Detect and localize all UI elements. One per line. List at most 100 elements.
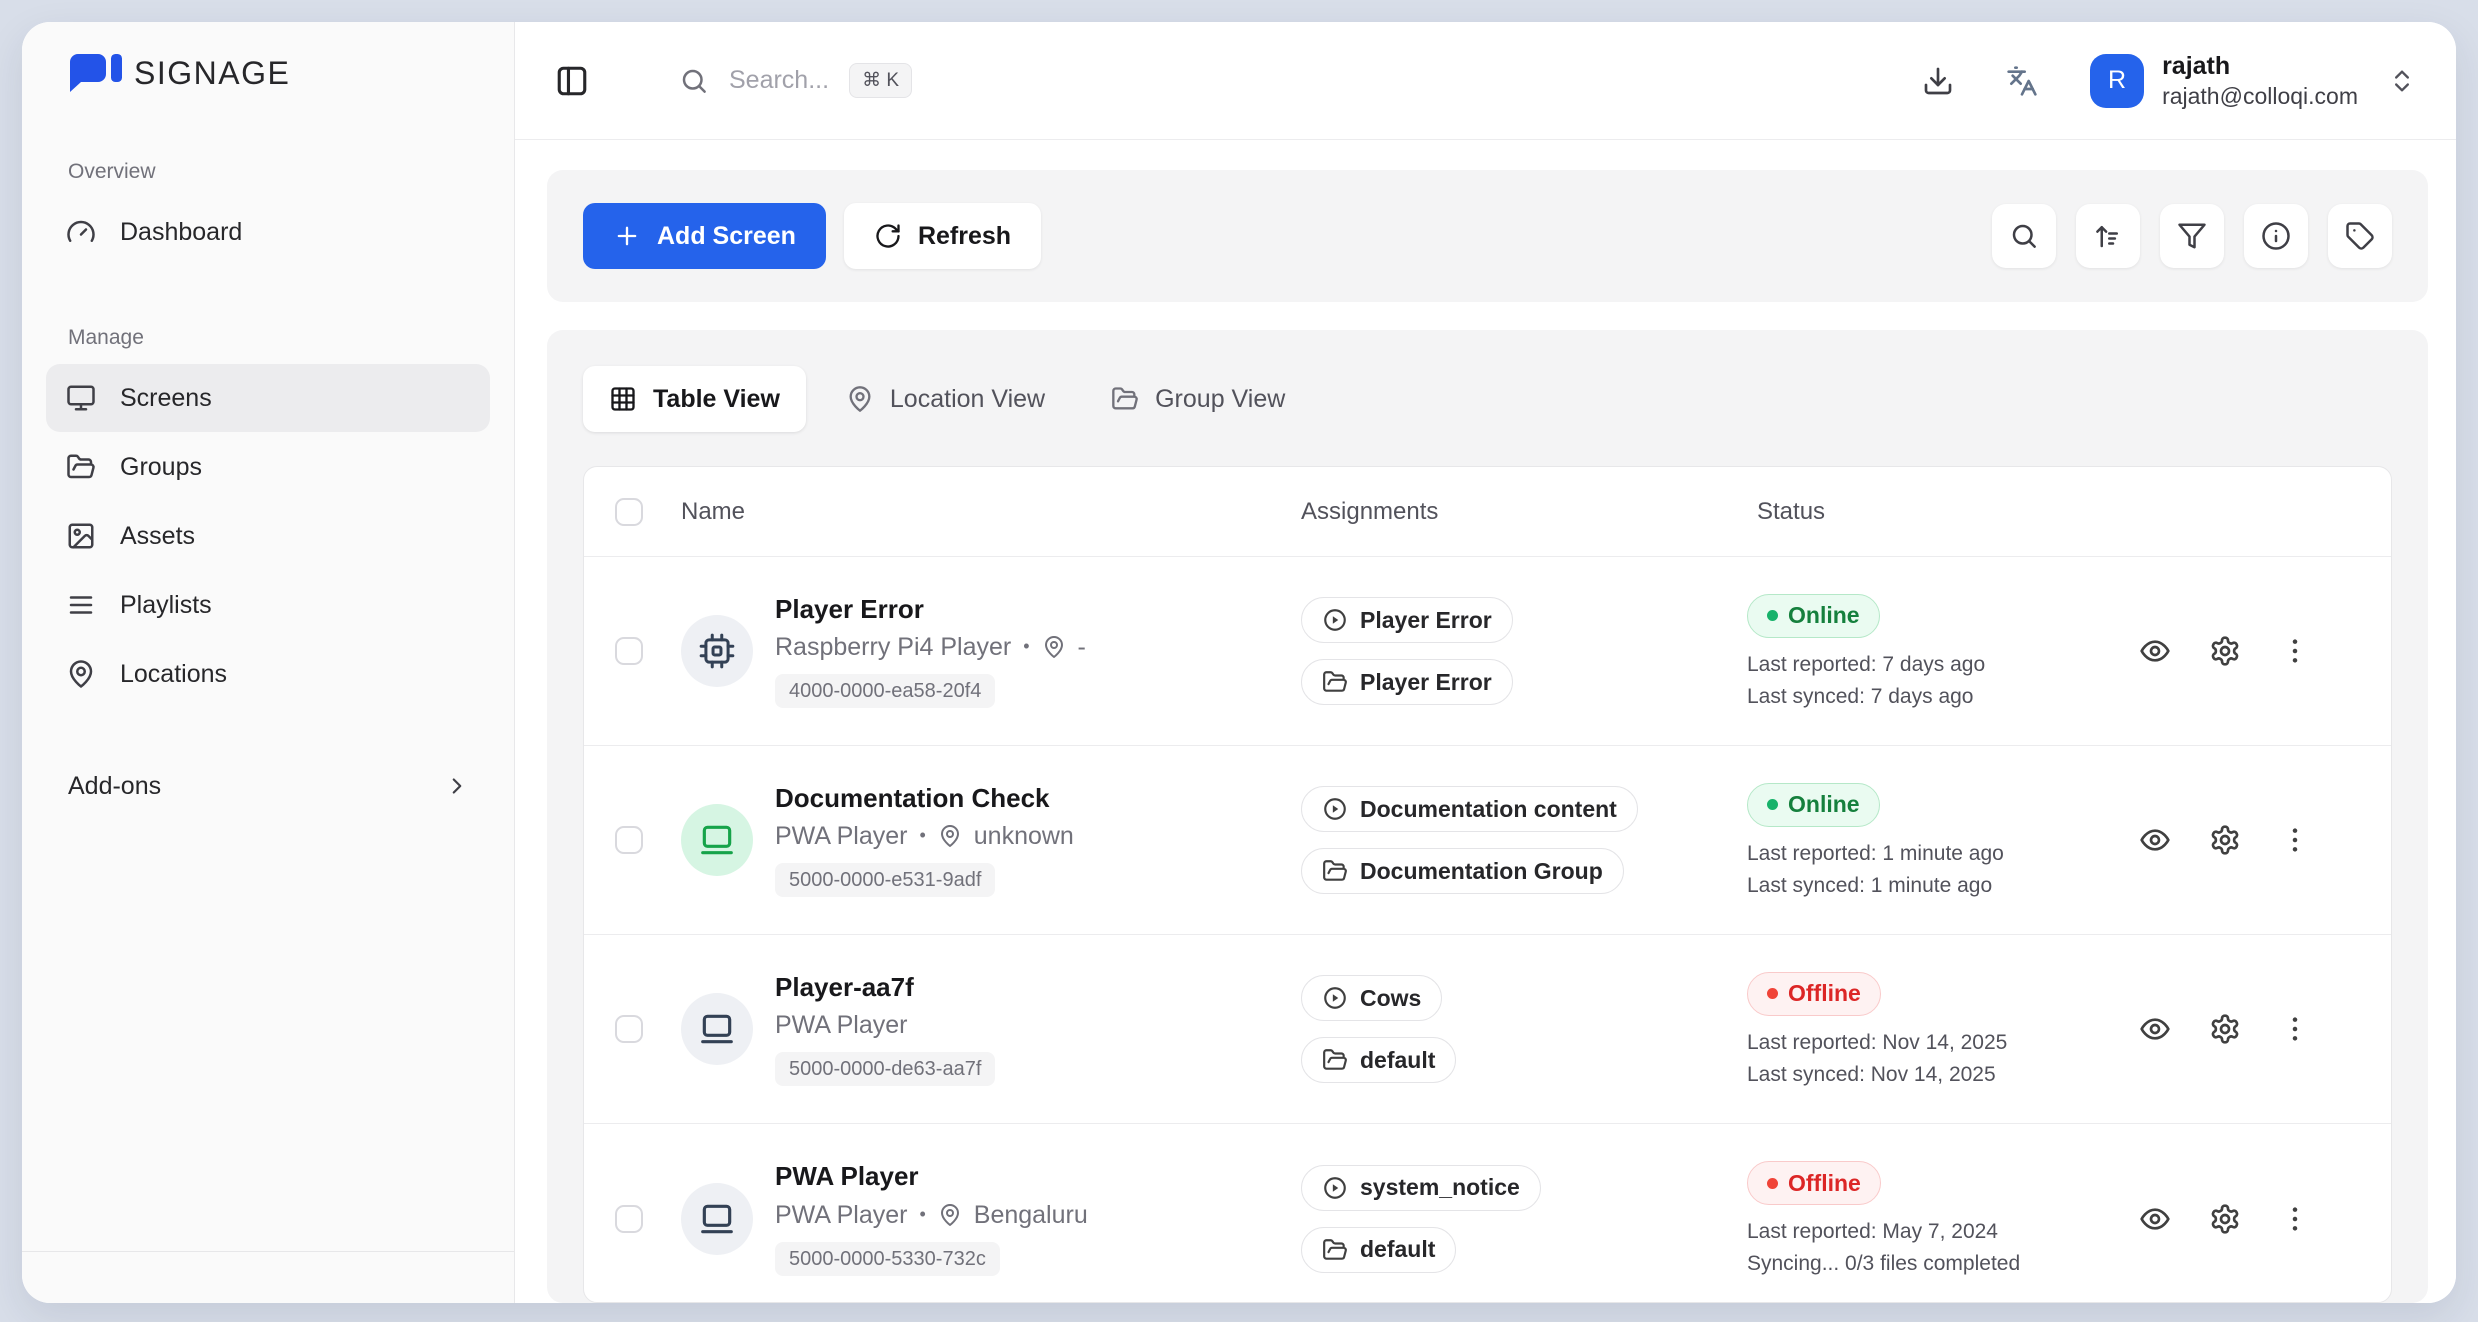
table-grid-icon [609, 385, 637, 413]
tag-button[interactable] [2328, 204, 2392, 268]
select-all-checkbox[interactable] [615, 498, 643, 526]
eye-icon [2139, 1203, 2171, 1235]
language-button[interactable] [2006, 65, 2038, 97]
group-chip[interactable]: Player Error [1301, 659, 1513, 705]
more-actions-button[interactable] [2279, 1203, 2311, 1235]
refresh-button[interactable]: Refresh [844, 203, 1041, 269]
sidebar: SIGNAGE Overview Dashboard Manage Screen… [22, 22, 515, 1303]
settings-button[interactable] [2209, 1013, 2241, 1045]
more-actions-button[interactable] [2279, 824, 2311, 856]
sidebar-item-dashboard[interactable]: Dashboard [46, 198, 490, 266]
user-menu-button[interactable] [2388, 67, 2416, 95]
sidebar-item-addons[interactable]: Add-ons [46, 752, 490, 820]
row-checkbox[interactable] [615, 637, 643, 665]
download-icon [1922, 65, 1954, 97]
user-avatar[interactable]: R [2090, 54, 2144, 108]
table-row: Documentation Check PWA Player • unknown… [584, 746, 2391, 935]
sidebar-item-playlists[interactable]: Playlists [46, 571, 490, 639]
sidebar-item-screens[interactable]: Screens [46, 364, 490, 432]
row-checkbox[interactable] [615, 826, 643, 854]
sidebar-item-label: Playlists [120, 591, 212, 620]
status-label: Online [1788, 791, 1860, 818]
screen-name: Player-aa7f [775, 972, 995, 1003]
view-button[interactable] [2139, 1203, 2171, 1235]
info-button[interactable] [2244, 204, 2308, 268]
view-button[interactable] [2139, 635, 2171, 667]
playlist-chip[interactable]: Documentation content [1301, 786, 1638, 832]
translate-icon [2006, 65, 2038, 97]
tab-group-view[interactable]: Group View [1085, 366, 1311, 432]
screen-id-badge: 5000-0000-5330-732c [775, 1242, 1000, 1276]
dot-separator: • [1023, 636, 1029, 658]
nav-section-manage: Manage [68, 326, 490, 350]
download-button[interactable] [1922, 65, 1954, 97]
sidebar-item-locations[interactable]: Locations [46, 640, 490, 708]
status-dot [1767, 1178, 1778, 1189]
view-tabs: Table View Location View Group View [583, 366, 2392, 432]
last-reported: Last reported: 7 days ago [1747, 653, 2126, 677]
add-screen-button[interactable]: Add Screen [583, 203, 826, 269]
group-chip[interactable]: default [1301, 1227, 1456, 1273]
playlist-chip[interactable]: Player Error [1301, 597, 1513, 643]
row-checkbox[interactable] [615, 1205, 643, 1233]
sidebar-item-label: Locations [120, 660, 227, 689]
screen-location: - [1078, 632, 1086, 662]
table-search-button[interactable] [1992, 204, 2056, 268]
row-checkbox[interactable] [615, 1015, 643, 1043]
group-chip[interactable]: default [1301, 1037, 1456, 1083]
kebab-menu-icon [2279, 635, 2311, 667]
kebab-menu-icon [2279, 1013, 2311, 1045]
sidebar-toggle-button[interactable] [555, 64, 589, 98]
panel-left-icon [555, 64, 589, 98]
table-row: PWA Player PWA Player • Bengaluru 5000-0… [584, 1124, 2391, 1303]
last-reported: Last reported: 1 minute ago [1747, 842, 2126, 866]
status-label: Offline [1788, 980, 1861, 1007]
screen-name: Documentation Check [775, 783, 1074, 814]
group-name: Documentation Group [1360, 858, 1603, 885]
settings-button[interactable] [2209, 635, 2241, 667]
gauge-icon [66, 217, 96, 247]
monitor-icon [66, 383, 96, 413]
tab-label: Location View [890, 385, 1045, 414]
group-name: default [1360, 1047, 1435, 1074]
sort-button[interactable] [2076, 204, 2140, 268]
tab-table-view[interactable]: Table View [583, 366, 806, 432]
kebab-menu-icon [2279, 1203, 2311, 1235]
screen-id-badge: 5000-0000-de63-aa7f [775, 1052, 995, 1086]
pisignage-logo-icon [68, 52, 124, 94]
sidebar-item-assets[interactable]: Assets [46, 502, 490, 570]
group-chip[interactable]: Documentation Group [1301, 848, 1624, 894]
player-type: Raspberry Pi4 Player [775, 632, 1011, 662]
playlist-chip[interactable]: Cows [1301, 975, 1442, 1021]
sidebar-item-label: Screens [120, 384, 212, 413]
settings-button[interactable] [2209, 1203, 2241, 1235]
map-pin-icon [1042, 635, 1066, 659]
tab-location-view[interactable]: Location View [820, 366, 1071, 432]
sidebar-item-groups[interactable]: Groups [46, 433, 490, 501]
search-placeholder: Search... [729, 66, 829, 95]
view-button[interactable] [2139, 824, 2171, 856]
sidebar-item-label: Assets [120, 522, 195, 551]
view-button[interactable] [2139, 1013, 2171, 1045]
sidebar-item-label: Dashboard [120, 218, 242, 247]
playlist-name: system_notice [1360, 1174, 1520, 1201]
screen-location: Bengaluru [974, 1200, 1088, 1230]
topbar: Search... ⌘ K R rajath rajath@colloqi.co… [515, 22, 2456, 140]
filter-button[interactable] [2160, 204, 2224, 268]
laptop-icon [698, 821, 736, 859]
map-pin-icon [938, 824, 962, 848]
status-dot [1767, 799, 1778, 810]
status-badge: Offline [1747, 972, 1881, 1016]
search-icon [679, 66, 709, 96]
search-input[interactable]: Search... ⌘ K [679, 63, 912, 98]
player-type: PWA Player [775, 821, 907, 851]
refresh-label: Refresh [918, 222, 1011, 251]
user-info: rajath rajath@colloqi.com [2162, 51, 2358, 111]
gear-icon [2209, 824, 2241, 856]
settings-button[interactable] [2209, 824, 2241, 856]
more-actions-button[interactable] [2279, 635, 2311, 667]
playlist-chip[interactable]: system_notice [1301, 1165, 1541, 1211]
circle-play-icon [1322, 607, 1348, 633]
more-actions-button[interactable] [2279, 1013, 2311, 1045]
search-shortcut-badge: ⌘ K [849, 63, 912, 98]
